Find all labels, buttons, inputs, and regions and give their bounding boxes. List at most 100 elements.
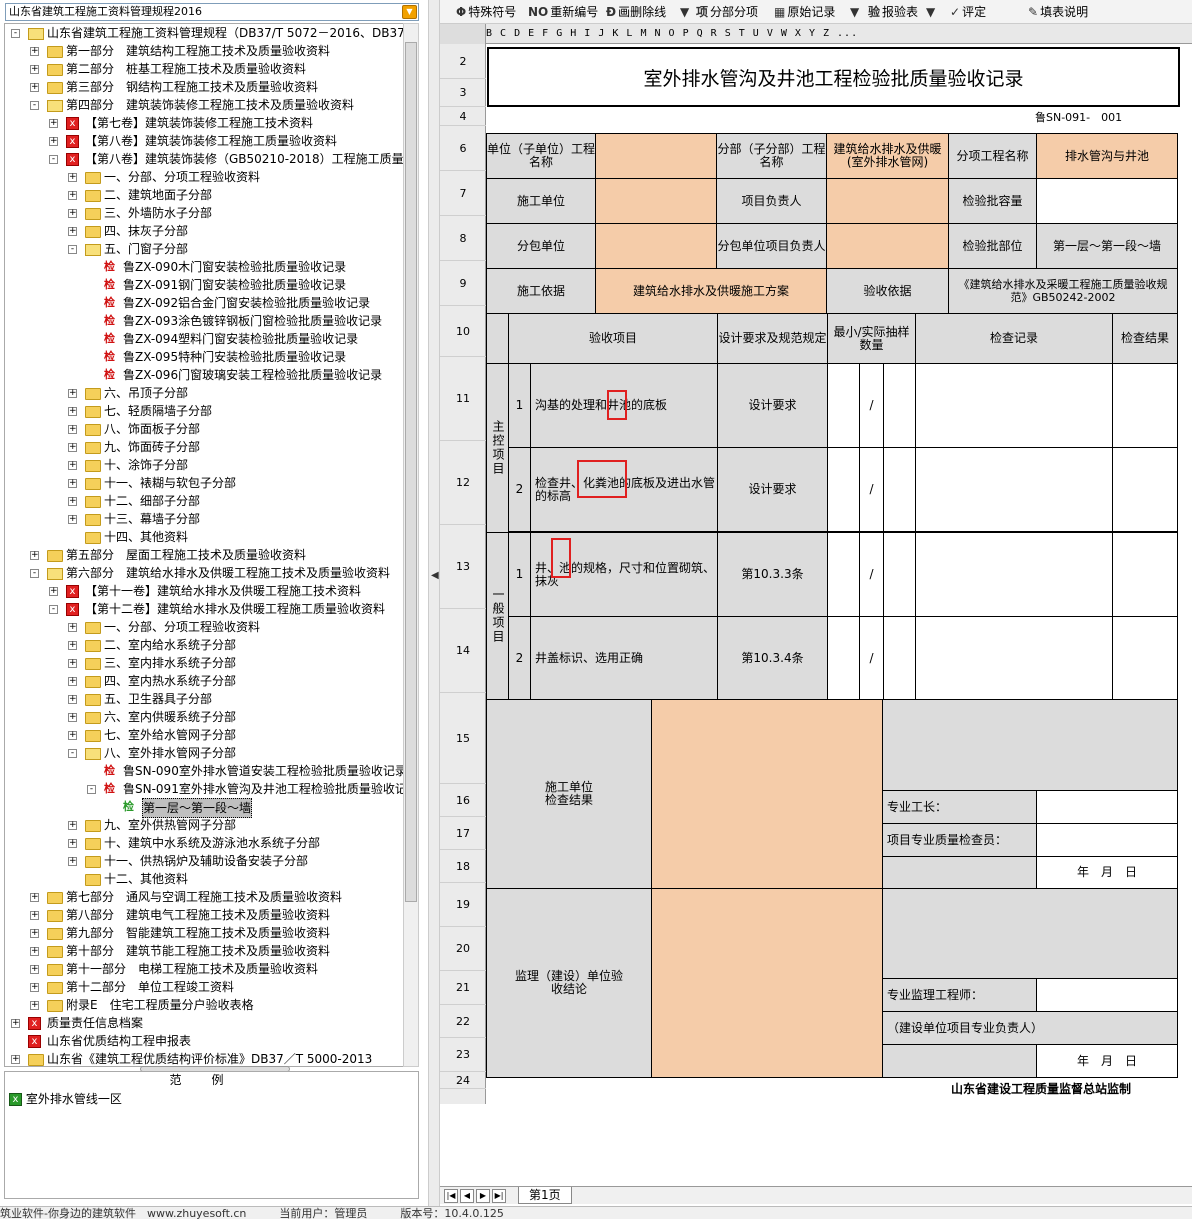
toolbar-button[interactable]: ✓ 评定 <box>950 3 986 21</box>
toolbar-button[interactable]: ▼ <box>680 3 691 21</box>
expand-icon[interactable]: + <box>68 407 77 416</box>
form-code[interactable]: 鲁SN-091- 001 <box>1035 109 1122 127</box>
collapse-icon[interactable]: - <box>30 569 39 578</box>
collapse-icon[interactable]: - <box>68 749 77 758</box>
acceptance-basis-value[interactable]: 《建筑给水排水及采暖工程施工质量验收规范》GB50242-2002 <box>948 268 1178 314</box>
row-number[interactable]: 3 <box>440 79 486 107</box>
subcontractor-value[interactable] <box>595 223 717 269</box>
expand-icon[interactable]: + <box>68 641 77 650</box>
expand-icon[interactable]: + <box>30 47 39 56</box>
expand-icon[interactable]: + <box>30 1001 39 1010</box>
collapse-icon[interactable]: - <box>87 785 96 794</box>
example-item[interactable]: x 室外排水管线一区 <box>9 1090 122 1108</box>
pm-value[interactable] <box>826 178 949 224</box>
expand-icon[interactable]: + <box>68 695 77 704</box>
expand-icon[interactable]: + <box>68 497 77 506</box>
select-all-corner[interactable] <box>440 24 486 44</box>
item-sample-min[interactable] <box>827 447 860 532</box>
row-number[interactable]: 24 <box>440 1072 486 1089</box>
foreman-value[interactable] <box>1036 790 1178 824</box>
tree-scrollbar-thumb[interactable] <box>405 42 417 902</box>
expand-icon[interactable]: + <box>68 389 77 398</box>
expand-icon[interactable]: + <box>49 137 58 146</box>
expand-icon[interactable]: + <box>30 965 39 974</box>
row-number[interactable]: 18 <box>440 850 486 883</box>
expand-icon[interactable]: + <box>68 659 77 668</box>
toolbar-button[interactable]: Ð 画删除线 <box>606 3 666 21</box>
contractor-date[interactable]: 年 月 日 <box>1036 856 1178 889</box>
expand-icon[interactable]: + <box>68 839 77 848</box>
expand-icon[interactable]: + <box>30 551 39 560</box>
item-sample-actual[interactable] <box>883 447 916 532</box>
basis-value[interactable]: 建筑给水排水及供暖施工方案 <box>595 268 827 314</box>
expand-icon[interactable]: + <box>68 479 77 488</box>
dropdown-arrow-icon[interactable]: ▼ <box>402 5 417 19</box>
row-number[interactable]: 4 <box>440 107 486 126</box>
supervisor-date[interactable]: 年 月 日 <box>1036 1044 1178 1078</box>
collapse-arrow-icon[interactable]: ◀ <box>431 570 439 581</box>
expand-icon[interactable]: + <box>30 947 39 956</box>
item-result[interactable] <box>1112 616 1178 701</box>
row-number[interactable]: 23 <box>440 1038 486 1072</box>
prev-sheet-icon[interactable]: ◀ <box>460 1189 474 1203</box>
row-number[interactable]: 16 <box>440 784 486 817</box>
sub-pm-value[interactable] <box>826 223 949 269</box>
row-number[interactable]: 8 <box>440 216 486 261</box>
supervisor-value[interactable] <box>651 888 883 1078</box>
collapse-icon[interactable]: - <box>68 245 77 254</box>
row-number[interactable]: 2 <box>440 44 486 79</box>
collapse-icon[interactable]: - <box>49 605 58 614</box>
toolbar-button[interactable]: ✎ 填表说明 <box>1028 3 1088 21</box>
row-number[interactable]: 12 <box>440 441 486 525</box>
expand-icon[interactable]: + <box>68 191 77 200</box>
supervisor-engineer-value[interactable] <box>1036 978 1178 1012</box>
row-number[interactable]: 14 <box>440 609 486 693</box>
item-sample-min[interactable] <box>827 532 860 617</box>
item-record[interactable] <box>915 532 1113 617</box>
pane-splitter[interactable]: ◀ <box>428 0 440 1206</box>
expand-icon[interactable]: + <box>30 65 39 74</box>
collapse-icon[interactable]: - <box>49 155 58 164</box>
toolbar-button[interactable]: ▼ <box>850 3 861 21</box>
expand-icon[interactable]: + <box>11 1019 20 1028</box>
collapse-icon[interactable]: - <box>30 101 39 110</box>
expand-icon[interactable]: + <box>68 677 77 686</box>
row-number[interactable]: 17 <box>440 817 486 850</box>
item-sample-actual[interactable] <box>883 532 916 617</box>
expand-icon[interactable]: + <box>68 713 77 722</box>
row-number[interactable]: 19 <box>440 883 486 927</box>
tree-scrollbar[interactable] <box>403 23 419 1067</box>
location-value[interactable]: 第一层～第一段～墙 <box>1036 223 1178 269</box>
expand-icon[interactable]: + <box>68 209 77 218</box>
next-sheet-icon[interactable]: ▶ <box>476 1189 490 1203</box>
item-result[interactable] <box>1112 447 1178 532</box>
subdivision-value[interactable]: 建筑给水排水及供暖(室外排水管网) <box>826 133 949 179</box>
row-number[interactable]: 20 <box>440 927 486 971</box>
expand-icon[interactable]: + <box>68 173 77 182</box>
row-number[interactable]: 6 <box>440 126 486 171</box>
expand-icon[interactable]: + <box>30 929 39 938</box>
item-value[interactable]: 排水管沟与井池 <box>1036 133 1178 179</box>
item-sample-min[interactable] <box>827 616 860 701</box>
row-number[interactable]: 7 <box>440 171 486 216</box>
row-number[interactable]: 9 <box>440 261 486 306</box>
sheet-tab[interactable]: 第1页 <box>518 1187 572 1204</box>
expand-icon[interactable]: + <box>68 515 77 524</box>
first-sheet-icon[interactable]: |◀ <box>444 1189 458 1203</box>
expand-icon[interactable]: + <box>49 587 58 596</box>
expand-icon[interactable]: + <box>68 623 77 632</box>
row-number[interactable]: 13 <box>440 525 486 609</box>
document-tree[interactable]: - 山东省建筑工程施工资料管理规程（DB37/T 5072－2016、DB37/T… <box>4 23 404 1067</box>
expand-icon[interactable]: + <box>68 731 77 740</box>
toolbar-button[interactable]: NO 重新编号 <box>528 3 598 21</box>
qc-value[interactable] <box>1036 823 1178 857</box>
expand-icon[interactable]: + <box>30 893 39 902</box>
expand-icon[interactable]: + <box>68 425 77 434</box>
item-sample-actual[interactable] <box>883 616 916 701</box>
item-record[interactable] <box>915 447 1113 532</box>
expand-icon[interactable]: + <box>30 983 39 992</box>
expand-icon[interactable]: + <box>68 857 77 866</box>
unit-value[interactable] <box>595 133 717 179</box>
row-number[interactable]: 10 <box>440 306 486 357</box>
contractor-check-value[interactable] <box>651 699 883 889</box>
